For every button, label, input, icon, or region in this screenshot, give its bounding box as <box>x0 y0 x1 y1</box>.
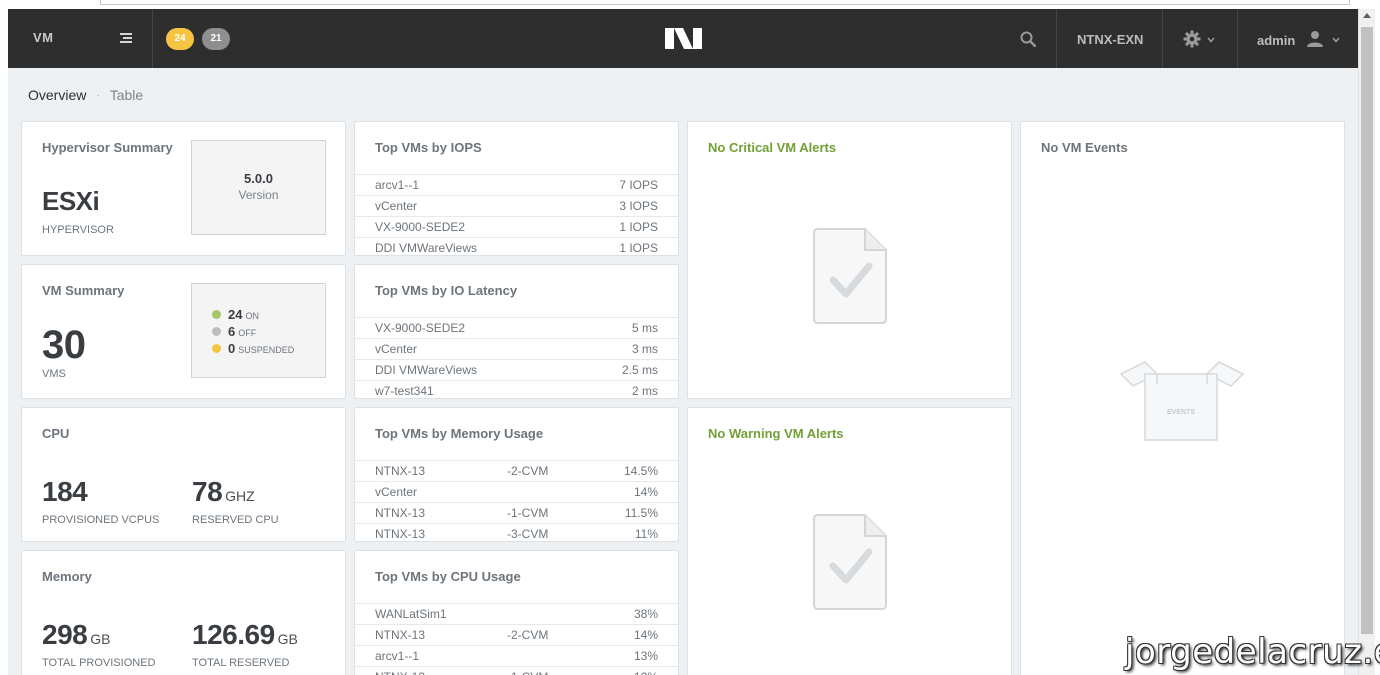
hypervisor-summary-card: Hypervisor Summary ESXi HYPERVISOR 5.0.0… <box>21 121 346 256</box>
list-item[interactable]: w7-test341 2 ms <box>355 380 678 398</box>
version-box: 5.0.0 Version <box>191 140 326 235</box>
scroll-up-arrow-icon[interactable] <box>1363 13 1371 18</box>
card-title[interactable]: Top VMs by Memory Usage <box>375 426 543 441</box>
top-vms-list: arcv1--1 7 IOPS vCenter 3 IOPS VX-9000-SED… <box>355 174 678 255</box>
vm-state-box: 24 ON 6 OFF 0 SUSPENDED <box>191 283 326 378</box>
cpu-provisioned-caption: PROVISIONED VCPUS <box>42 514 160 526</box>
hamburger-menu-icon[interactable] <box>120 33 132 43</box>
list-item[interactable]: NTNX-13 -1-CVM 11.5% <box>355 502 678 523</box>
list-item[interactable]: vCenter 3 IOPS <box>355 195 678 216</box>
cluster-name[interactable]: NTNX-EXN <box>1077 32 1143 47</box>
browser-chrome <box>0 0 1380 9</box>
list-item[interactable]: DDI VMWareViews 2.5 ms <box>355 359 678 380</box>
browser-address-bar[interactable] <box>100 0 1350 5</box>
vm-events-card: No VM Events EVENTS <box>1020 121 1345 675</box>
vertical-scrollbar[interactable] <box>1358 9 1375 675</box>
memory-card: Memory 298 GB TOTAL PROVISIONED 126.69 GB … <box>21 550 346 675</box>
chevron-down-icon[interactable] <box>1332 37 1340 43</box>
vm-count: 30 <box>42 323 86 367</box>
card-title: Memory <box>42 569 92 584</box>
document-check-icon <box>813 228 887 324</box>
vm-summary-card: VM Summary 30 VMS 24 ON 6 OFF 0 SUSPENDED <box>21 264 346 399</box>
top-vms-latency-card: Top VMs by IO Latency VX-9000-SEDE2 5 ms … <box>354 264 679 399</box>
memory-reserved: 126.69 GB <box>192 619 298 650</box>
list-item[interactable]: vCenter 3 ms <box>355 338 678 359</box>
chevron-down-icon[interactable] <box>1207 37 1215 43</box>
card-title[interactable]: Top VMs by CPU Usage <box>375 569 521 584</box>
list-item[interactable]: VX-9000-SEDE2 5 ms <box>355 317 678 338</box>
top-vms-memory-card: Top VMs by Memory Usage NTNX-13 -2-CVM 14.… <box>354 407 679 542</box>
warning-alerts-card: No Warning VM Alerts <box>687 407 1012 675</box>
app-header: VM 24 21 NTNX-EXN admin <box>8 9 1358 68</box>
dashboard-content: Overview · Table Hypervisor Summary ESXi H… <box>8 68 1358 675</box>
header-divider <box>152 9 153 68</box>
empty-box-icon <box>1119 361 1245 441</box>
memory-provisioned: 298 GB <box>42 619 111 650</box>
header-divider <box>1056 9 1057 68</box>
list-item[interactable]: NTNX-13 -3-CVM 11% <box>355 523 678 541</box>
list-item[interactable]: NTNX-13 -2-CVM 14% <box>355 624 678 645</box>
list-item[interactable]: vCenter 14% <box>355 481 678 502</box>
version-caption: Version <box>238 188 279 202</box>
top-vms-iops-card: Top VMs by IOPS arcv1--1 7 IOPS vCenter 3 … <box>354 121 679 256</box>
card-title[interactable]: Top VMs by IOPS <box>375 140 482 155</box>
alerts-badge[interactable]: 24 <box>166 28 194 50</box>
top-vms-list: WANLatSim1 38% NTNX-13 -2-CVM 14% arcv1--1 1… <box>355 603 678 675</box>
cpu-card: CPU 184 PROVISIONED VCPUS 78 GHZ RESERVED… <box>21 407 346 542</box>
list-item[interactable]: DDI VMWareViews 1 IOPS <box>355 237 678 255</box>
document-check-icon <box>813 514 887 610</box>
card-title[interactable]: No Warning VM Alerts <box>708 426 844 441</box>
subnav-separator: · <box>96 90 100 101</box>
top-vms-cpu-card: Top VMs by CPU Usage WANLatSim1 38% NTNX-… <box>354 550 679 675</box>
vm-state-off: 6 OFF <box>212 324 256 339</box>
status-dot-suspended <box>212 344 221 353</box>
vm-state-suspended: 0 SUSPENDED <box>212 341 294 356</box>
header-divider <box>1162 9 1163 68</box>
watermark-text: jorgedelacruz.es <box>1125 632 1380 672</box>
events-badge[interactable]: 21 <box>202 28 230 50</box>
card-title: CPU <box>42 426 70 441</box>
card-title[interactable]: No Critical VM Alerts <box>708 140 836 155</box>
list-item[interactable]: arcv1--1 7 IOPS <box>355 174 678 195</box>
hypervisor-name: ESXi <box>42 186 100 216</box>
list-item[interactable]: VX-9000-SEDE2 1 IOPS <box>355 216 678 237</box>
card-title[interactable]: Top VMs by IO Latency <box>375 283 517 298</box>
module-selector[interactable]: VM <box>33 30 54 45</box>
user-menu-label[interactable]: admin <box>1257 33 1295 48</box>
list-item[interactable]: WANLatSim1 38% <box>355 603 678 624</box>
memory-provisioned-caption: TOTAL PROVISIONED <box>42 657 156 669</box>
cpu-provisioned: 184 <box>42 476 88 507</box>
list-item[interactable]: NTNX-13 -2-CVM 14.5% <box>355 460 678 481</box>
list-item[interactable]: NTNX-13-1-CVM12% <box>355 666 678 675</box>
list-item[interactable]: arcv1--1 13% <box>355 645 678 666</box>
card-title: Hypervisor Summary <box>42 140 173 155</box>
hypervisor-caption: HYPERVISOR <box>42 224 114 236</box>
search-icon[interactable] <box>1020 31 1036 47</box>
status-dot-off <box>212 327 221 336</box>
critical-alerts-card: No Critical VM Alerts <box>687 121 1012 399</box>
status-dot-on <box>212 310 221 319</box>
vm-state-on: 24 ON <box>212 307 259 322</box>
cpu-reserved-caption: RESERVED CPU <box>192 514 279 526</box>
cpu-reserved: 78 GHZ <box>192 476 255 507</box>
top-vms-list: NTNX-13 -2-CVM 14.5% vCenter 14% NTNX-13 -1-… <box>355 460 678 541</box>
scrollbar-thumb[interactable] <box>1361 27 1373 634</box>
tab-overview[interactable]: Overview <box>28 87 86 103</box>
gear-icon[interactable] <box>1183 30 1201 48</box>
card-title[interactable]: No VM Events <box>1041 140 1128 155</box>
vm-count-caption: VMS <box>42 368 66 380</box>
top-vms-list: VX-9000-SEDE2 5 ms vCenter 3 ms DDI VMWare… <box>355 317 678 398</box>
version-value: 5.0.0 <box>244 171 273 186</box>
user-icon[interactable] <box>1306 30 1324 48</box>
events-box-label: EVENTS <box>1166 409 1195 416</box>
subnav: Overview · Table <box>28 87 143 103</box>
tab-table[interactable]: Table <box>110 87 143 103</box>
card-title: VM Summary <box>42 283 125 298</box>
memory-reserved-caption: TOTAL RESERVED <box>192 657 290 669</box>
nutanix-logo-icon[interactable] <box>665 28 702 49</box>
header-divider <box>1237 9 1238 68</box>
